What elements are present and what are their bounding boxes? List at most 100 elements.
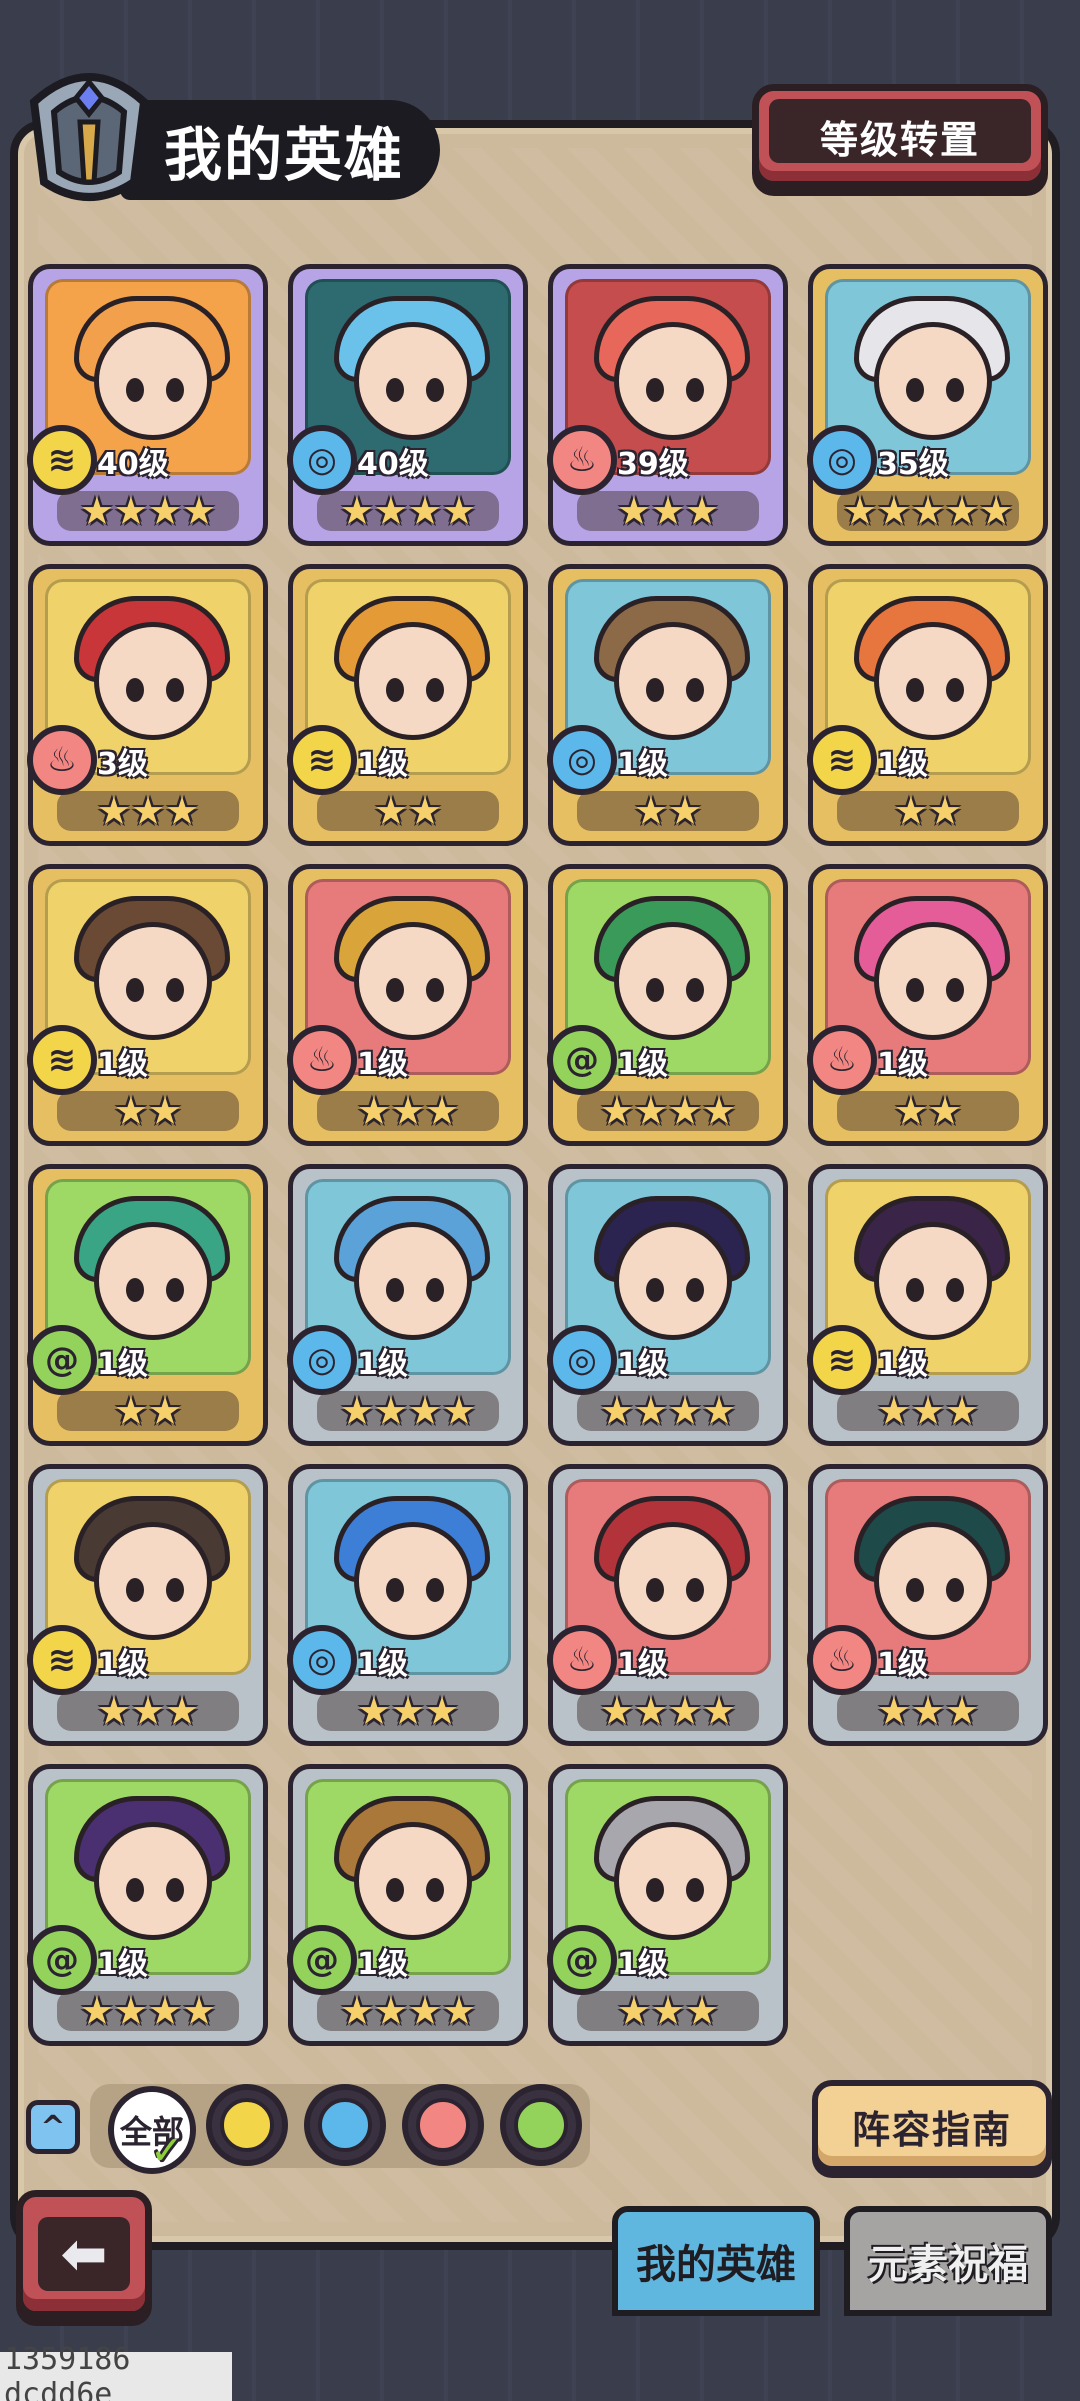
wind-element-icon: @ <box>547 1925 617 1995</box>
filter-earth-button[interactable] <box>206 2084 288 2166</box>
hero-stars: ★★ <box>57 1391 239 1431</box>
hero-eye <box>646 678 664 702</box>
water-element-icon: ◎ <box>287 1325 357 1395</box>
hero-card[interactable]: @1级 ★★★★ <box>27 1764 268 2046</box>
hero-face <box>354 1222 472 1340</box>
wind-element-icon: @ <box>287 1925 357 1995</box>
earth-element-icon: ≋ <box>27 1025 97 1095</box>
hero-level: 1级 <box>357 1647 408 1682</box>
filter-water-button[interactable] <box>304 2084 386 2166</box>
hero-eye <box>946 1278 964 1302</box>
water-element-icon <box>318 2098 372 2152</box>
hero-card[interactable]: ◎ 40级 ★★★★ <box>287 264 528 546</box>
hero-card[interactable]: ◎ 1级 ★★★★ <box>547 1164 788 1446</box>
hero-card[interactable]: ♨ 39级 ★★★ <box>547 264 788 546</box>
hero-card[interactable]: @1级 ★★★ <box>547 1764 788 2046</box>
hero-stars: ★★ <box>837 791 1019 831</box>
filter-wind-button[interactable] <box>500 2084 582 2166</box>
hero-card[interactable]: ≋ 1级 ★★★ <box>807 1164 1048 1446</box>
hero-card[interactable]: ≋ 1级 ★★ <box>287 564 528 846</box>
hero-level: 1级 <box>357 1047 408 1082</box>
filter-fire-button[interactable] <box>402 2084 484 2166</box>
hero-eye <box>166 378 184 402</box>
hero-face <box>354 922 472 1040</box>
hero-card[interactable]: ◎ 35级 ★★★★★ <box>807 264 1048 546</box>
wind-element-icon: @ <box>27 1925 97 1995</box>
title-banner: 我的英雄 <box>120 100 440 200</box>
hero-level: 1级 <box>97 1047 148 1082</box>
hero-eye <box>646 1878 664 1902</box>
hero-face <box>94 622 212 740</box>
tab-element-blessing[interactable]: 元素祝福 <box>844 2206 1052 2316</box>
hero-level: 1级 <box>877 1347 928 1382</box>
hero-eye <box>426 1878 444 1902</box>
hero-face <box>874 622 992 740</box>
hero-card[interactable]: ◎ 1级 ★★★ <box>287 1464 528 1746</box>
hero-eye <box>386 1578 404 1602</box>
hero-stars: ★★★★ <box>577 1691 759 1731</box>
hero-eye <box>646 378 664 402</box>
hero-stars: ★★★★ <box>577 1391 759 1431</box>
hero-level: 1级 <box>617 747 668 782</box>
water-element-icon: ◎ <box>547 725 617 795</box>
hero-eye <box>906 1278 924 1302</box>
hero-card[interactable]: ≋ 40级 ★★★★ <box>27 264 268 546</box>
water-element-icon: ◎ <box>807 425 877 495</box>
hero-level: 1级 <box>97 1347 148 1382</box>
hero-level: 1级 <box>617 1347 668 1382</box>
hero-card[interactable]: @1级 ★★★★ <box>547 864 788 1146</box>
hero-card[interactable]: @1级 ★★★★ <box>287 1764 528 2046</box>
hero-level: 1级 <box>617 1047 668 1082</box>
hero-stars: ★★★ <box>577 1991 759 2031</box>
fire-element-icon: ♨ <box>547 1625 617 1695</box>
hero-eye <box>126 1578 144 1602</box>
hero-face <box>874 1222 992 1340</box>
hero-stars: ★★★ <box>317 1691 499 1731</box>
hero-card[interactable]: ♨ 1级 ★★ <box>807 864 1048 1146</box>
hero-card[interactable]: @1级 ★★ <box>27 1164 268 1446</box>
hero-card[interactable]: ♨ 1级 ★★★ <box>807 1464 1048 1746</box>
level-transfer-button[interactable]: 等级转置 <box>752 84 1048 188</box>
hero-card[interactable]: ♨ 3级 ★★★ <box>27 564 268 846</box>
hero-eye <box>426 1578 444 1602</box>
hero-stars: ★★★ <box>317 1091 499 1131</box>
hero-eye <box>126 978 144 1002</box>
hero-stars: ★★★ <box>57 791 239 831</box>
water-element-icon: ◎ <box>547 1325 617 1395</box>
hero-face <box>94 922 212 1040</box>
wind-element-icon <box>514 2098 568 2152</box>
hero-eye <box>166 1278 184 1302</box>
hero-card[interactable]: ♨ 1级 ★★★ <box>287 864 528 1146</box>
hero-stars: ★★★★ <box>57 1991 239 2031</box>
hero-card[interactable]: ≋ 1级 ★★ <box>807 564 1048 846</box>
hero-eye <box>686 378 704 402</box>
hero-eye <box>946 378 964 402</box>
hero-eye <box>906 678 924 702</box>
hero-card[interactable]: ≋ 1级 ★★★ <box>27 1464 268 1746</box>
hero-eye <box>906 378 924 402</box>
hero-eye <box>386 978 404 1002</box>
hero-card[interactable]: ≋ 1级 ★★ <box>27 864 268 1146</box>
collapse-filter-button[interactable]: ^ <box>26 2100 80 2154</box>
hero-stars: ★★★★★ <box>837 491 1019 531</box>
earth-element-icon <box>220 2098 274 2152</box>
page-title: 我的英雄 <box>164 121 405 189</box>
hero-eye <box>686 978 704 1002</box>
hero-level: 1级 <box>877 1647 928 1682</box>
hero-face <box>94 322 212 440</box>
hero-stars: ★★ <box>837 1091 1019 1131</box>
hero-eye <box>646 1578 664 1602</box>
tab-my-heroes[interactable]: 我的英雄 <box>612 2206 820 2316</box>
back-button[interactable]: ⬅ <box>16 2190 152 2318</box>
build-id-label: 1359186 dcdd6e <box>0 2342 232 2401</box>
hero-card[interactable]: ◎ 1级 ★★★★ <box>287 1164 528 1446</box>
hero-card[interactable]: ◎ 1级 ★★ <box>547 564 788 846</box>
hero-face <box>874 322 992 440</box>
water-element-icon: ◎ <box>287 1625 357 1695</box>
hero-card[interactable]: ♨ 1级 ★★★★ <box>547 1464 788 1746</box>
lineup-guide-button[interactable]: 阵容指南 <box>812 2080 1052 2172</box>
hero-face <box>614 922 732 1040</box>
hero-level: 40级 <box>97 447 169 482</box>
hero-stars: ★★★ <box>837 1691 1019 1731</box>
hero-level: 1级 <box>97 1647 148 1682</box>
